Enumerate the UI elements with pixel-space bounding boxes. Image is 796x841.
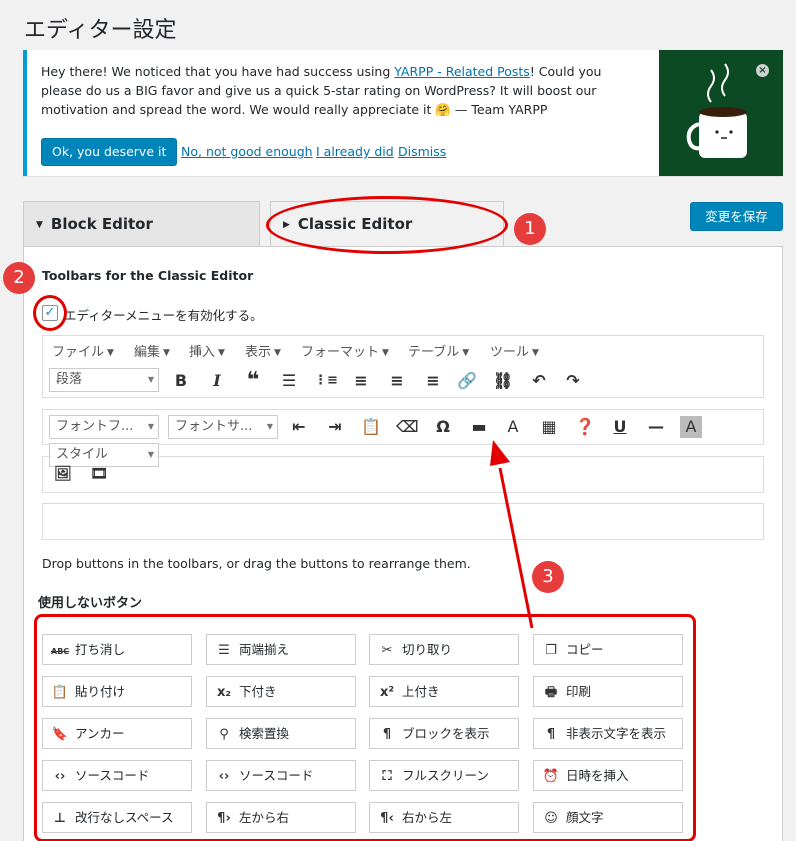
- annotation-arrow: [490, 440, 534, 629]
